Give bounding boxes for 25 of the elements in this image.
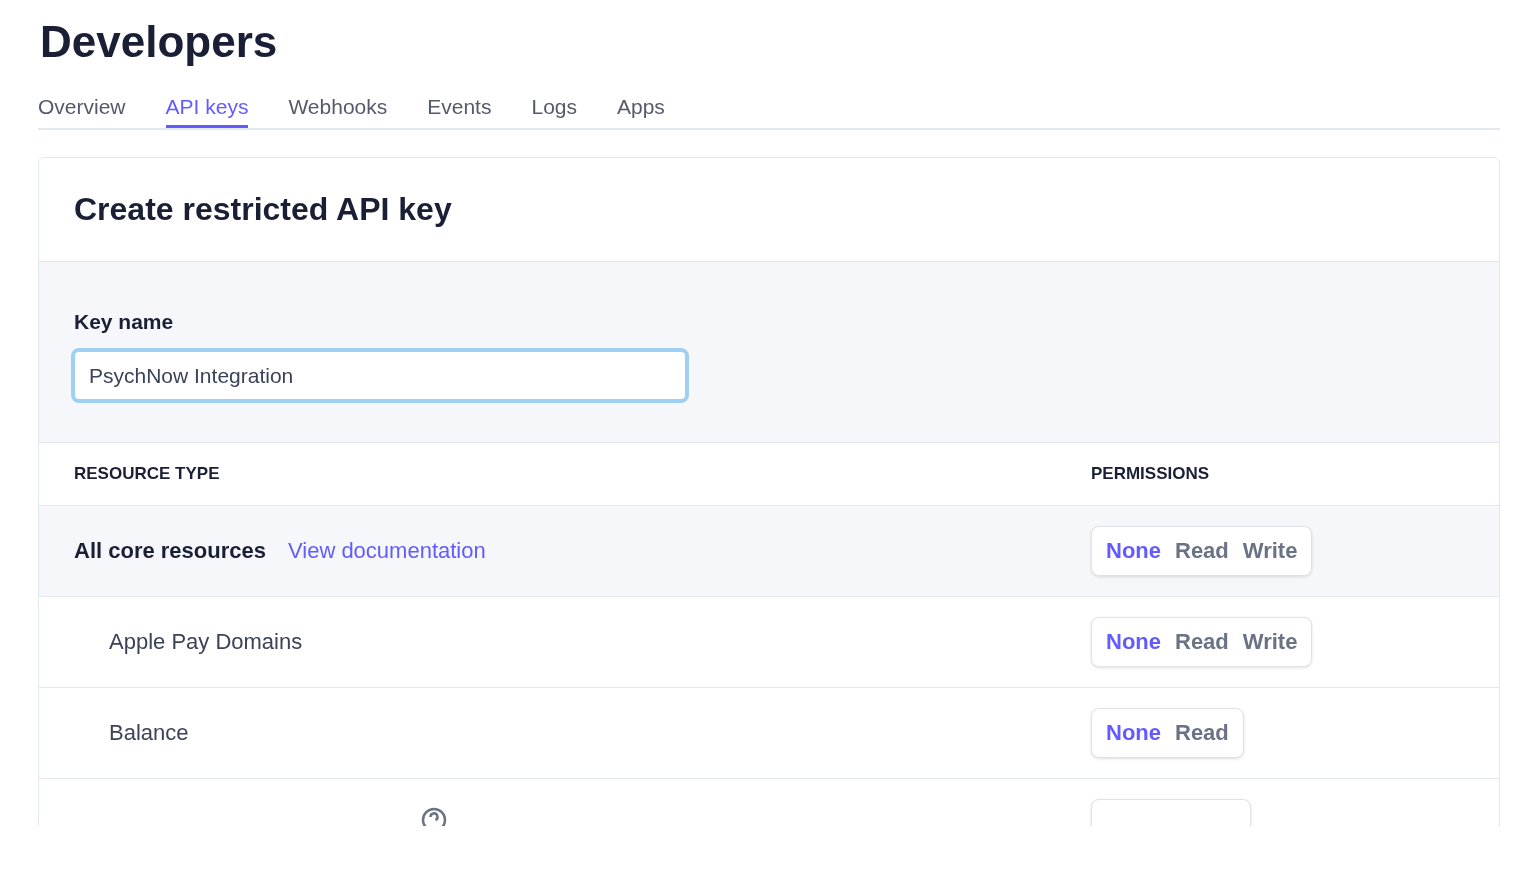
- nav-tab[interactable]: Events: [427, 88, 492, 128]
- resource-name: Balance: [109, 720, 189, 746]
- permission-option[interactable]: None: [1106, 629, 1161, 655]
- permission-option[interactable]: Write: [1242, 538, 1298, 564]
- nav-tab[interactable]: Overview: [38, 88, 126, 128]
- field-label: Key name: [74, 310, 175, 334]
- permission-option[interactable]: None: [1106, 538, 1161, 564]
- documentation-link[interactable]: View documentation: [288, 538, 486, 564]
- key-name-field[interactable]: PsychNow Integration: [71, 348, 689, 403]
- permission-option[interactable]: Read: [1175, 629, 1229, 655]
- card-title: Create restricted API key: [74, 191, 452, 228]
- page-title: Developers: [40, 16, 279, 68]
- resource-name: Apple Pay Domains: [109, 629, 303, 655]
- nav-tab[interactable]: Webhooks: [288, 88, 388, 128]
- permission-option[interactable]: Read: [1175, 538, 1229, 564]
- resource-name: All core resources: [74, 538, 266, 564]
- permission-option[interactable]: Write: [1242, 629, 1298, 655]
- column-header: RESOURCE TYPE: [73, 464, 221, 484]
- column-header: PERMISSIONS: [1091, 464, 1211, 484]
- permission-option[interactable]: Read: [1175, 720, 1229, 746]
- nav-tab[interactable]: Logs: [531, 88, 577, 128]
- help-icon[interactable]: [421, 807, 447, 826]
- nav-tab[interactable]: Apps: [617, 88, 665, 128]
- permission-option[interactable]: None: [1106, 720, 1161, 746]
- nav-tab[interactable]: API keys: [165, 88, 249, 128]
